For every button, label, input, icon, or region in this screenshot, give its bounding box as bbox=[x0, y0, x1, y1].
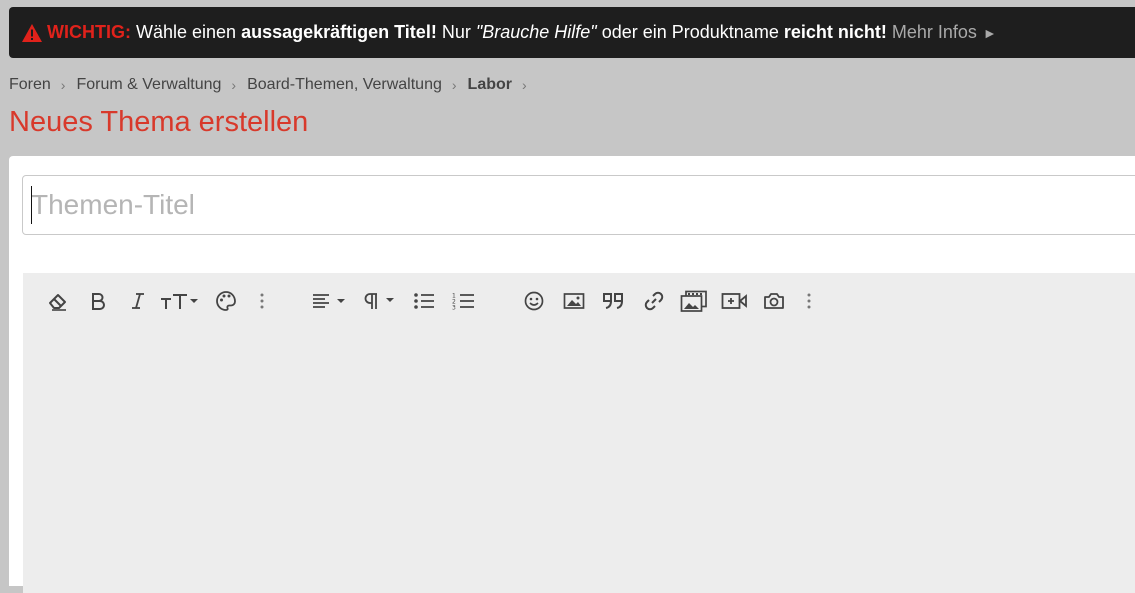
page-title: Neues Thema erstellen bbox=[9, 106, 309, 138]
important-notice-bar: WICHTIG: Wähle einen aussagekräftigen Ti… bbox=[9, 7, 1135, 58]
notice-text: Nur bbox=[441, 22, 471, 42]
smiley-icon[interactable] bbox=[522, 287, 546, 315]
notice-label: WICHTIG: bbox=[47, 22, 131, 42]
palette-icon[interactable] bbox=[214, 287, 238, 315]
link-icon[interactable] bbox=[641, 287, 667, 315]
more-info-label: Mehr Infos bbox=[891, 22, 977, 42]
align-left-icon[interactable] bbox=[309, 287, 349, 315]
gallery-icon[interactable] bbox=[679, 287, 709, 315]
chevron-right-icon: › bbox=[231, 77, 237, 93]
camera-icon[interactable] bbox=[761, 287, 787, 315]
notice-text: oder ein Produktname bbox=[601, 22, 779, 42]
breadcrumb-item-forum-verwaltung[interactable]: Forum & Verwaltung bbox=[76, 76, 221, 94]
chevron-right-icon: › bbox=[60, 77, 66, 93]
editor-content-area[interactable] bbox=[23, 327, 1135, 593]
breadcrumb: Foren › Forum & Verwaltung › Board-Theme… bbox=[9, 75, 538, 95]
chevron-right-icon: › bbox=[451, 77, 457, 93]
breadcrumb-item-labor[interactable]: Labor bbox=[468, 76, 512, 94]
editor-toolbar: 123 bbox=[23, 273, 1135, 327]
rich-text-editor[interactable]: 123 bbox=[23, 273, 1135, 593]
thread-title-input[interactable] bbox=[22, 175, 1135, 235]
notice-text: Wähle einen bbox=[135, 22, 237, 42]
image-icon[interactable] bbox=[561, 287, 587, 315]
svg-text:3: 3 bbox=[452, 305, 456, 311]
arrow-right-icon: ► bbox=[982, 24, 997, 41]
bullet-list-icon[interactable] bbox=[411, 287, 437, 315]
bold-icon[interactable] bbox=[86, 287, 110, 315]
more-info-link[interactable]: Mehr Infos ► bbox=[892, 22, 997, 43]
warning-icon bbox=[21, 23, 43, 43]
video-icon[interactable] bbox=[720, 287, 748, 315]
notice-bold-warning: reicht nicht! bbox=[783, 22, 887, 42]
notice-bold-title: aussagekräftigen Titel! bbox=[241, 22, 437, 42]
numbered-list-icon[interactable]: 123 bbox=[451, 287, 477, 315]
notice-example: "Brauche Hilfe" bbox=[475, 22, 597, 42]
text-size-icon[interactable] bbox=[159, 287, 199, 315]
paragraph-icon[interactable] bbox=[359, 287, 399, 315]
text-cursor bbox=[31, 186, 32, 224]
breadcrumb-item-board-themen[interactable]: Board-Themen, Verwaltung bbox=[247, 76, 442, 94]
chevron-right-icon: › bbox=[522, 77, 527, 93]
quote-icon[interactable] bbox=[600, 287, 628, 315]
more-vertical-icon[interactable] bbox=[256, 287, 268, 315]
italic-icon[interactable] bbox=[126, 287, 150, 315]
breadcrumb-item-foren[interactable]: Foren bbox=[9, 76, 51, 94]
more-vertical-icon[interactable] bbox=[803, 287, 815, 315]
eraser-icon[interactable] bbox=[45, 287, 71, 315]
